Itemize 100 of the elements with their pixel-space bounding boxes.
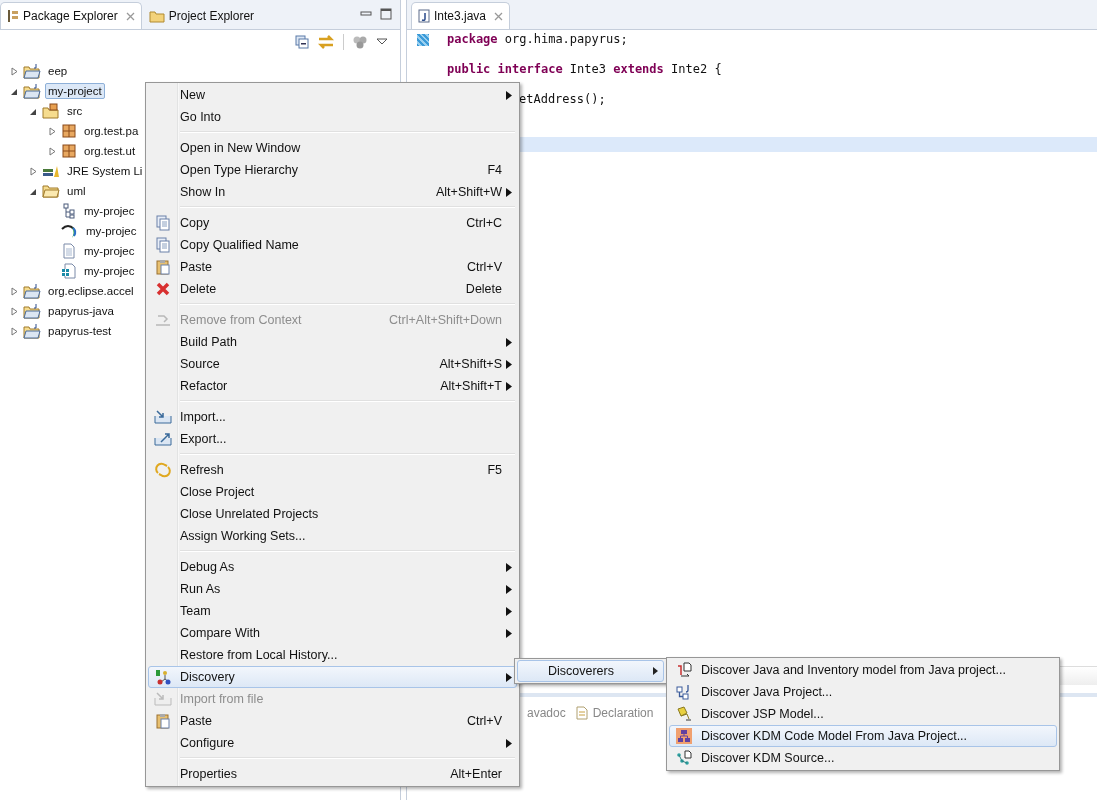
view-tab[interactable]: avadoc — [527, 706, 566, 720]
menu-item[interactable]: Compare With — [148, 622, 517, 644]
declaration-icon — [573, 705, 590, 721]
view-tab[interactable]: Package Explorer — [0, 2, 142, 29]
code-line: etAddress(); — [519, 92, 606, 106]
link-editor-icon[interactable] — [317, 34, 335, 50]
java-project-icon — [676, 684, 692, 700]
menu-item[interactable]: New — [148, 84, 517, 106]
kdm-model-icon — [676, 728, 692, 744]
project-folder-icon — [23, 303, 41, 319]
menu-item[interactable]: Paste Ctrl+V — [148, 710, 517, 732]
close-icon[interactable] — [125, 11, 135, 21]
document-icon — [61, 263, 77, 279]
collapse-all-icon[interactable] — [295, 35, 309, 49]
diagram-icon — [61, 203, 77, 219]
menu-item[interactable]: Assign Working Sets... — [148, 525, 517, 547]
menu-item[interactable]: Show In Alt+Shift+W — [148, 181, 517, 203]
tree-item[interactable]: my-projec — [81, 243, 138, 259]
tree-item[interactable]: JRE System Li — [64, 163, 146, 179]
java-file-icon — [418, 9, 430, 23]
menu-item[interactable]: Properties Alt+Enter — [148, 763, 517, 785]
tree-item[interactable]: org.eclipse.accel — [45, 283, 137, 299]
menu-item[interactable]: Discover KDM Source... — [669, 747, 1057, 769]
refresh-icon — [155, 462, 171, 478]
menu-item[interactable]: Team — [148, 600, 517, 622]
tree-item[interactable]: eep — [45, 63, 71, 79]
kdm-source-icon — [676, 750, 692, 766]
menu-item[interactable]: Source Alt+Shift+S — [148, 353, 517, 375]
menu-item[interactable]: Run As — [148, 578, 517, 600]
menu-item[interactable]: Open Type Hierarchy F4 — [148, 159, 517, 181]
package-explorer-icon — [7, 9, 19, 23]
menu-item[interactable]: Open in New Window — [148, 137, 517, 159]
tree-item[interactable]: my-project — [45, 83, 105, 99]
menu-item[interactable]: Close Unrelated Projects — [148, 503, 517, 525]
file-icon — [61, 243, 77, 259]
menu-item[interactable]: Discover JSP Model... — [669, 703, 1057, 725]
collapsed-arrow-icon[interactable] — [10, 286, 19, 296]
copy-icon — [155, 237, 171, 253]
export-icon — [154, 432, 172, 446]
swoosh-icon — [61, 223, 79, 239]
menu-item[interactable]: Discovery — [148, 666, 517, 688]
editor-tab[interactable]: Inte3.java — [411, 2, 511, 29]
project-folder-icon — [23, 283, 41, 299]
collapsed-arrow-icon[interactable] — [29, 166, 38, 176]
delete-icon — [156, 282, 170, 296]
menu-item[interactable]: Delete Delete — [148, 278, 517, 300]
copy-icon — [155, 215, 171, 231]
remove-context-icon — [155, 313, 171, 327]
view-tab[interactable]: Project Explorer — [141, 2, 262, 29]
close-icon[interactable] — [494, 11, 504, 21]
menu-item[interactable]: Discover Java Project... — [669, 681, 1057, 703]
tree-item[interactable]: my-projec — [81, 203, 138, 219]
menu-item[interactable]: Debug As — [148, 556, 517, 578]
tree-item[interactable]: my-projec — [81, 263, 138, 279]
discovery-icon — [155, 669, 171, 685]
java-discover-icon — [676, 662, 692, 678]
tree-item[interactable]: papyrus-test — [45, 323, 115, 339]
menu-item[interactable]: Paste Ctrl+V — [148, 256, 517, 278]
project-folder-icon — [23, 63, 41, 79]
menu-item[interactable]: Import... — [148, 406, 517, 428]
clipboard-icon — [155, 259, 171, 275]
menu-item[interactable]: Discoverers — [517, 660, 664, 682]
package-icon — [61, 143, 77, 159]
menu-item[interactable]: Discover KDM Code Model From Java Project... — [669, 725, 1057, 747]
code-line: public interface Inte3 extends Inte2 { — [447, 62, 722, 76]
menu-item[interactable]: Copy Qualified Name — [148, 234, 517, 256]
jsp-icon — [676, 706, 692, 722]
collapsed-arrow-icon[interactable] — [48, 146, 57, 156]
maximize-icon[interactable] — [380, 8, 392, 20]
collapsed-arrow-icon[interactable] — [10, 66, 19, 76]
change-marker-icon — [417, 34, 429, 46]
menu-item[interactable]: Copy Ctrl+C — [148, 212, 517, 234]
tree-item[interactable]: org.test.pa — [81, 123, 142, 139]
menu-item[interactable]: Discover Java and Inventory model from Java project... — [669, 659, 1057, 681]
tree-item[interactable]: org.test.ut — [81, 143, 139, 159]
package-icon — [61, 123, 77, 139]
menu-item[interactable]: Configure — [148, 732, 517, 754]
project-folder-icon — [23, 83, 41, 99]
collapsed-arrow-icon[interactable] — [10, 326, 19, 336]
clipboard-icon — [155, 713, 171, 729]
view-menu-icon[interactable] — [376, 38, 388, 46]
tree-item[interactable]: src — [64, 103, 86, 119]
tree-item[interactable]: my-projec — [83, 223, 140, 239]
menu-item[interactable]: Restore from Local History... — [148, 644, 517, 666]
filter-icon[interactable] — [352, 34, 368, 50]
tree-item[interactable]: uml — [64, 183, 89, 199]
menu-item[interactable]: Close Project — [148, 481, 517, 503]
menu-item[interactable]: Export... — [148, 428, 517, 450]
submenu-arrow-icon — [653, 667, 658, 675]
menu-item[interactable]: Refactor Alt+Shift+T — [148, 375, 517, 397]
collapsed-arrow-icon[interactable] — [10, 306, 19, 316]
code-line: package org.hima.papyrus; — [447, 32, 628, 46]
menu-item[interactable]: Go Into — [148, 106, 517, 128]
menu-item[interactable]: Refresh F5 — [148, 459, 517, 481]
menu-item[interactable]: Build Path — [148, 331, 517, 353]
tree-item[interactable]: papyrus-java — [45, 303, 117, 319]
folder-icon — [42, 183, 60, 199]
collapsed-arrow-icon[interactable] — [48, 126, 57, 136]
view-tab[interactable]: Declaration — [592, 706, 654, 720]
import-icon — [154, 410, 172, 424]
